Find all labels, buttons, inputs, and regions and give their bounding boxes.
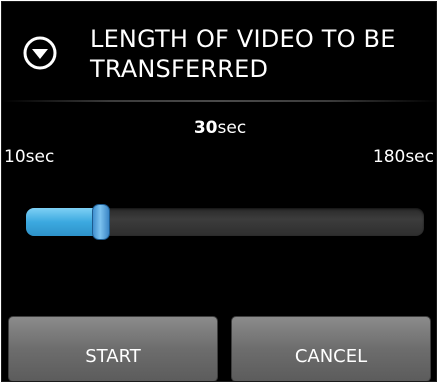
start-button-label: START (85, 345, 141, 367)
dialog-header: LENGTH OF VIDEO TO BE TRANSFERRED (2, 2, 436, 98)
video-length-slider[interactable] (26, 204, 424, 240)
slider-max-label: 180sec (372, 147, 434, 167)
title-divider (2, 100, 436, 102)
slider-fill (26, 208, 101, 236)
slider-current-value: 30 (193, 118, 218, 138)
cancel-button[interactable]: CANCEL (231, 316, 431, 381)
slider-value-readout: 30sec (2, 118, 436, 138)
video-length-dialog: LENGTH OF VIDEO TO BE TRANSFERRED 30sec … (1, 1, 437, 382)
slider-min-label: 10sec (4, 147, 55, 167)
slider-thumb[interactable] (92, 204, 110, 240)
slider-unit: sec (217, 118, 247, 138)
cancel-button-label: CANCEL (294, 345, 368, 367)
chevron-down-circle-icon[interactable] (23, 36, 57, 70)
dialog-title: LENGTH OF VIDEO TO BE TRANSFERRED (90, 25, 396, 83)
start-button[interactable]: START (8, 316, 218, 381)
